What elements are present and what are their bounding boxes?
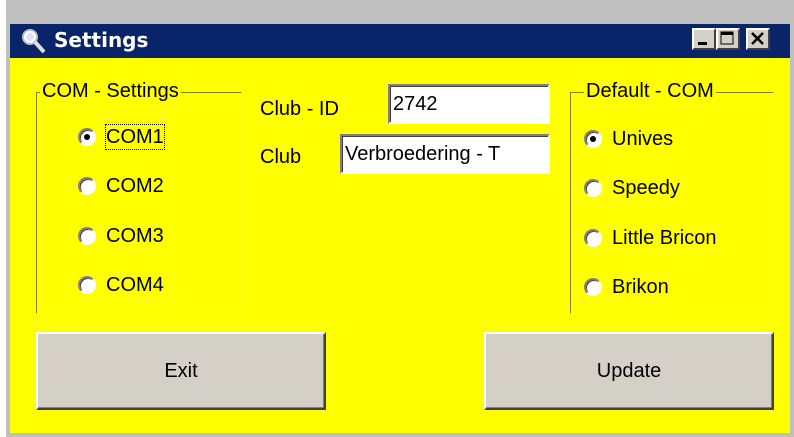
client-area: COM - Settings COM1 COM2 COM3 COM4 Club … [10, 58, 790, 433]
club-id-input[interactable] [388, 84, 550, 124]
close-button[interactable] [746, 28, 770, 50]
radio-button[interactable] [584, 130, 602, 148]
exit-button[interactable]: Exit [36, 332, 326, 410]
radio-com1[interactable]: COM1 [78, 124, 165, 150]
radio-label-com1: COM1 [105, 124, 165, 150]
club-name-input[interactable] [340, 134, 550, 174]
radio-com4[interactable]: COM4 [78, 272, 164, 298]
club-name-label: Club [260, 146, 302, 168]
minimize-icon [698, 42, 707, 45]
radio-unives[interactable]: Unives [584, 126, 673, 152]
radio-label-unives: Unives [612, 128, 674, 150]
title-bar[interactable]: Settings [10, 24, 790, 58]
radio-com3[interactable]: COM3 [78, 223, 164, 249]
update-button[interactable]: Update [484, 332, 774, 410]
radio-label-little-bricon: Little Bricon [612, 227, 717, 249]
settings-window: Settings COM - Settings COM1 COM2 COM3 C… [0, 0, 794, 437]
radio-button[interactable] [78, 177, 96, 195]
window-title: Settings [54, 28, 149, 52]
maximize-icon [720, 31, 734, 45]
close-icon [751, 32, 764, 45]
radio-label-com2: COM2 [106, 175, 164, 197]
radio-com2[interactable]: COM2 [78, 173, 164, 199]
radio-label-speedy: Speedy [612, 177, 680, 199]
radio-label-com4: COM4 [106, 274, 164, 296]
magnifier-icon [22, 29, 46, 54]
club-id-label: Club - ID [260, 98, 339, 120]
radio-button[interactable] [584, 229, 602, 247]
radio-little-bricon[interactable]: Little Bricon [584, 225, 717, 251]
radio-brikon[interactable]: Brikon [584, 274, 669, 300]
radio-label-brikon: Brikon [612, 276, 669, 298]
radio-speedy[interactable]: Speedy [584, 175, 680, 201]
radio-button[interactable] [78, 227, 96, 245]
minimize-button[interactable] [692, 28, 716, 50]
radio-button[interactable] [584, 278, 602, 296]
radio-button[interactable] [78, 128, 96, 146]
maximize-button[interactable] [716, 28, 740, 50]
com-settings-legend: COM - Settings [40, 80, 181, 102]
radio-label-com3: COM3 [106, 225, 164, 247]
default-com-legend: Default - COM [584, 80, 716, 102]
radio-button[interactable] [584, 179, 602, 197]
radio-button[interactable] [78, 276, 96, 294]
